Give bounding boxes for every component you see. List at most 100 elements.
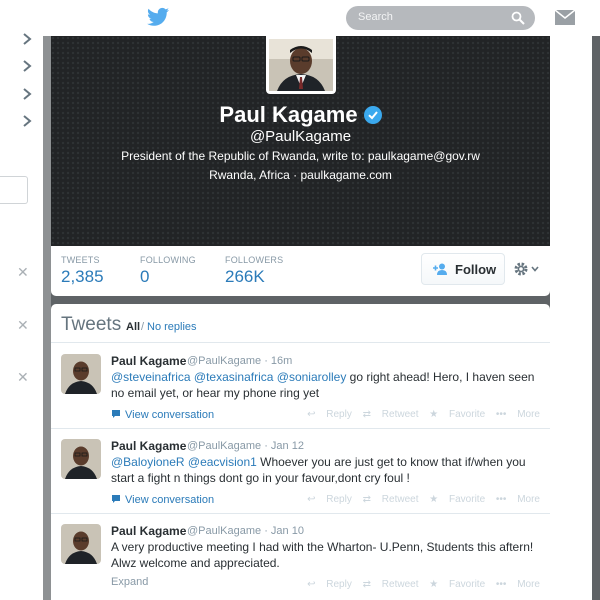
search-placeholder: Search [358,11,393,23]
profile-avatar[interactable] [266,36,336,94]
tweet-avatar[interactable] [61,524,101,564]
tweet-actions: ↩ Reply ⇄ Retweet ★ Favorite ••• More [299,494,540,505]
profile-website-link[interactable]: paulkagame.com [301,168,392,182]
view-conversation-label: View conversation [125,409,215,421]
filter-all-tab[interactable]: All [126,321,140,333]
profile-location: Rwanda, Africa [209,168,290,182]
chevron-right-icon[interactable] [20,87,34,101]
filter-no-replies-tab[interactable]: No replies [147,321,197,333]
tweets-timeline: Tweets All / No replies Paul Kagame @Pau… [51,304,550,600]
tweet-item[interactable]: Paul Kagame @PaulKagame · 16m @steveinaf… [51,344,550,429]
tweet-author-name[interactable]: Paul Kagame [111,439,186,453]
stat-tweets-label: TWEETS [61,255,100,265]
stat-tweets[interactable]: TWEETS 2,385 [61,255,104,287]
filter-separator: / [141,321,145,333]
close-icon[interactable]: ✕ [17,369,29,386]
mention-link[interactable]: @BaloyioneR [111,455,185,469]
tweet-actions: ↩ Reply ⇄ Retweet ★ Favorite ••• More [299,579,540,590]
mention-link[interactable]: @soniarolley [277,370,347,384]
favorite-label: Favorite [449,494,486,505]
stat-following-value: 0 [140,267,150,286]
more-label: More [517,409,540,420]
stat-tweets-value: 2,385 [61,267,104,286]
reply-label: Reply [326,579,352,590]
right-margin [550,36,592,600]
chevron-right-icon[interactable] [20,59,34,73]
search-input[interactable]: Search [346,6,535,30]
search-icon[interactable] [511,11,525,25]
tweet-author-name[interactable]: Paul Kagame [111,524,186,538]
chevron-right-icon[interactable] [20,114,34,128]
follow-button[interactable]: Follow [421,253,505,285]
profile-bio: President of the Republic of Rwanda, wri… [121,149,480,163]
tweet-avatar[interactable] [61,354,101,394]
stat-followers[interactable]: FOLLOWERS 266K [225,255,283,287]
sidebar-input-box[interactable] [0,176,28,204]
profile-header: Paul Kagame @PaulKagame President of the… [51,36,550,246]
left-sidebar: ✕ ✕ ✕ [0,33,43,600]
tweet-item[interactable]: Paul Kagame @PaulKagame · Jan 10 A very … [51,514,550,600]
more-label: More [517,579,540,590]
view-conversation-link[interactable]: View conversation [111,409,214,421]
conversation-icon [112,495,120,503]
retweet-button[interactable]: ⇄ Retweet [363,409,419,420]
retweet-label: Retweet [381,579,419,590]
twitter-bird-icon[interactable] [147,7,169,27]
expand-link[interactable]: Expand [111,576,148,588]
stat-followers-value: 266K [225,267,265,286]
reply-button[interactable]: ↩ Reply [307,494,352,505]
more-label: More [517,494,540,505]
favorite-button[interactable]: ★ Favorite [429,409,485,420]
tweet-meta[interactable]: @PaulKagame · Jan 12 [187,440,304,452]
favorite-label: Favorite [449,579,486,590]
reply-button[interactable]: ↩ Reply [307,409,352,420]
tweet-actions: ↩ Reply ⇄ Retweet ★ Favorite ••• More [299,409,540,420]
location-separator: · [293,168,298,182]
close-icon[interactable]: ✕ [17,317,29,334]
reply-button[interactable]: ↩ Reply [307,579,352,590]
more-button[interactable]: ••• More [496,494,540,505]
stat-following[interactable]: FOLLOWING 0 [140,255,196,287]
add-user-icon [433,263,447,275]
top-nav-bar: Search [0,0,600,36]
reply-label: Reply [326,494,352,505]
view-conversation-label: View conversation [125,494,215,506]
more-button[interactable]: ••• More [496,579,540,590]
view-conversation-link[interactable]: View conversation [111,494,214,506]
mention-link[interactable]: @texasinafrica [194,370,274,384]
mention-link[interactable]: @eacvision1 [188,455,257,469]
retweet-label: Retweet [381,494,419,505]
tweet-text: @BaloyioneR @eacvision1 Whoever you are … [111,454,541,486]
tweet-meta[interactable]: @PaulKagame · 16m [187,355,292,367]
profile-stats-bar: TWEETS 2,385 FOLLOWING 0 FOLLOWERS 266K … [51,246,550,296]
gear-icon[interactable] [513,260,541,278]
tweet-item[interactable]: Paul Kagame @PaulKagame · Jan 12 @Baloyi… [51,429,550,514]
timeline-title: Tweets [61,314,122,335]
more-button[interactable]: ••• More [496,409,540,420]
retweet-button[interactable]: ⇄ Retweet [363,494,419,505]
verified-badge-icon [363,106,382,124]
close-icon[interactable]: ✕ [17,264,29,281]
favorite-button[interactable]: ★ Favorite [429,579,485,590]
profile-name: Paul Kagame [219,102,358,127]
tweet-text: A very productive meeting I had with the… [111,540,534,570]
tweet-meta[interactable]: @PaulKagame · Jan 10 [187,525,304,537]
mention-link[interactable]: @steveinafrica [111,370,191,384]
favorite-label: Favorite [449,409,486,420]
profile-name-row: Paul Kagame [51,102,550,128]
tweet-avatar[interactable] [61,439,101,479]
favorite-button[interactable]: ★ Favorite [429,494,485,505]
messages-icon[interactable] [555,10,575,25]
stat-followers-label: FOLLOWERS [225,255,284,265]
timeline-header: Tweets All / No replies [51,304,550,343]
follow-button-label: Follow [455,262,497,277]
retweet-button[interactable]: ⇄ Retweet [363,579,419,590]
stat-following-label: FOLLOWING [140,255,196,265]
tweet-author-name[interactable]: Paul Kagame [111,354,186,368]
chevron-right-icon[interactable] [20,32,34,46]
conversation-icon [112,410,120,418]
profile-handle: @PaulKagame [249,128,352,145]
profile-location-row: Rwanda, Africa · paulkagame.com [51,168,550,182]
left-divider [43,36,51,600]
retweet-label: Retweet [381,409,419,420]
